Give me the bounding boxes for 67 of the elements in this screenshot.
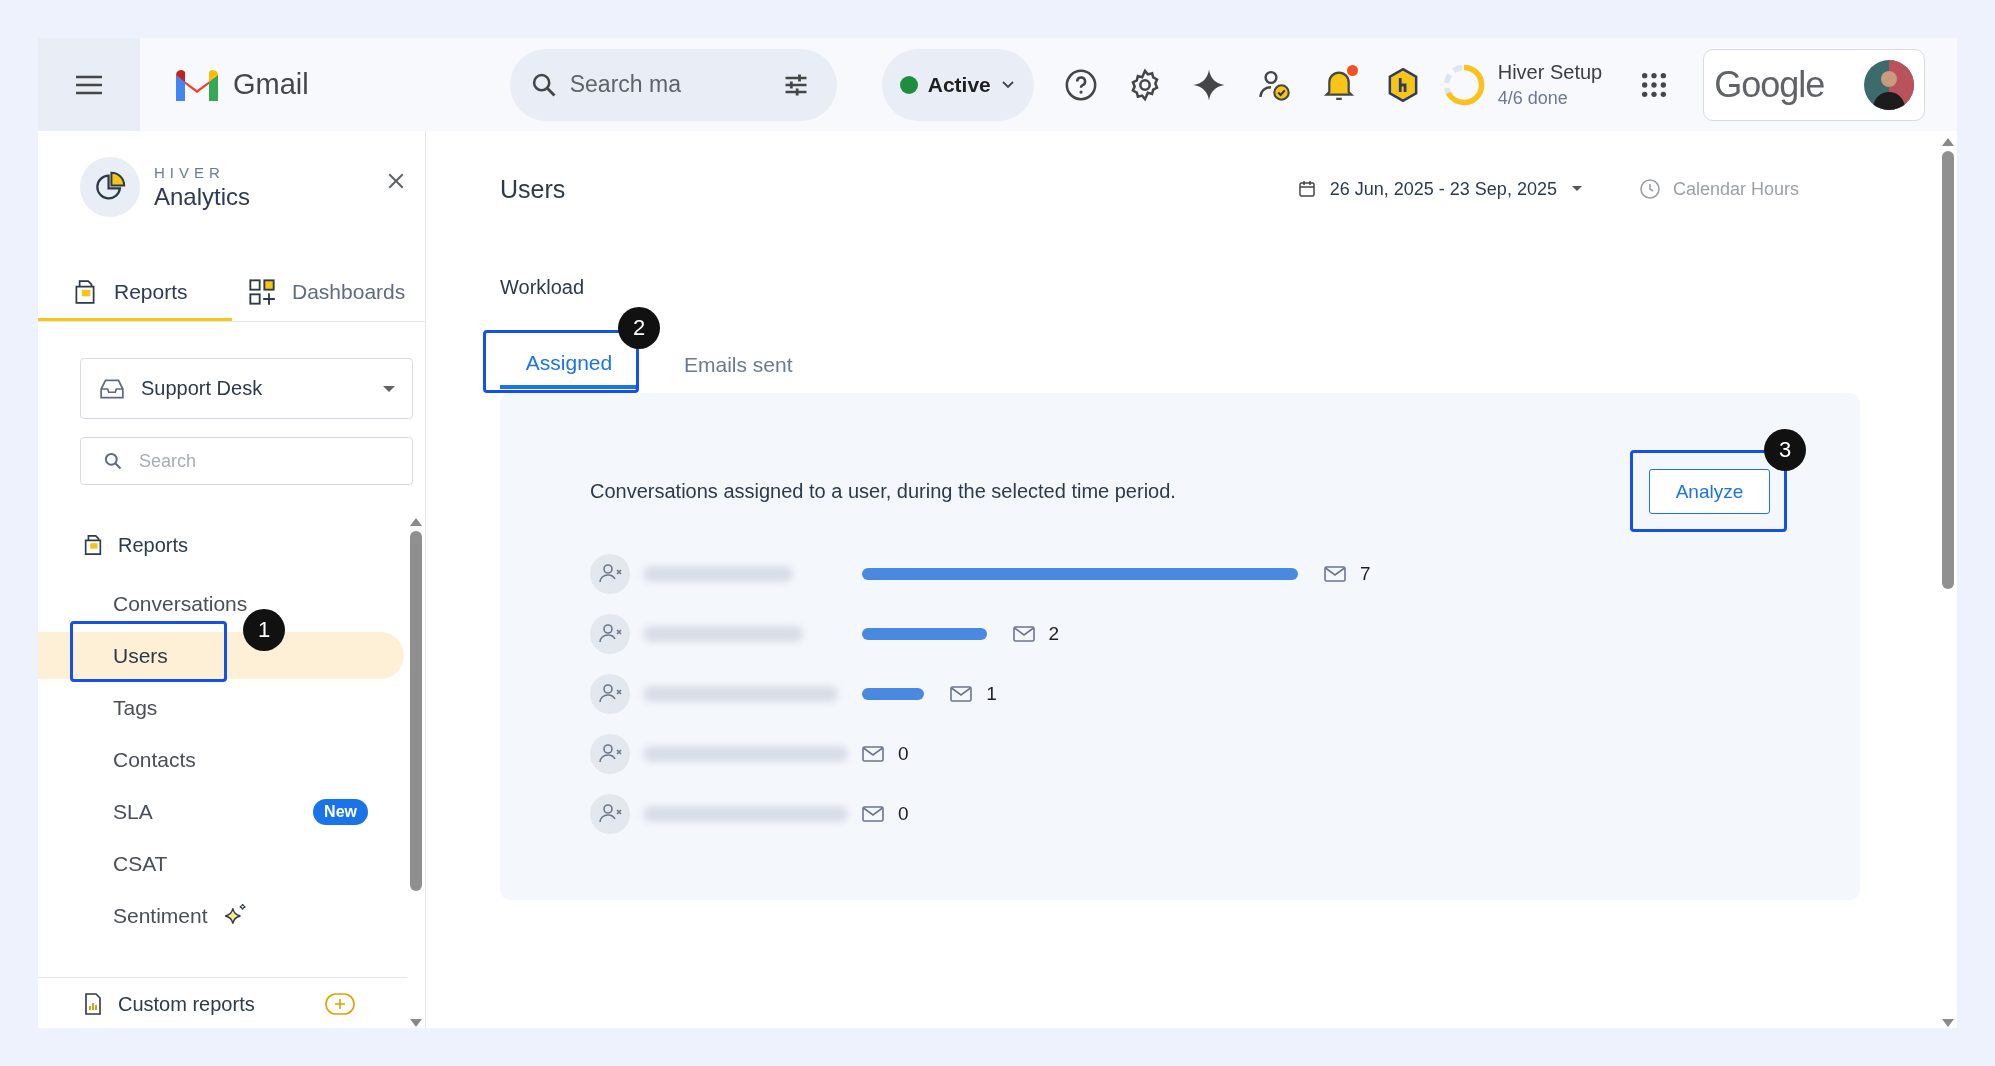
brand-label: HIVER <box>154 163 226 181</box>
sidebar-tab[interactable]: Reports <box>38 265 232 321</box>
sidebar-item[interactable]: Sentiment <box>38 892 404 939</box>
search-field[interactable]: Search ma <box>509 48 837 121</box>
mail-icon <box>862 806 884 822</box>
count: 0 <box>898 743 909 765</box>
progress-ring <box>1441 62 1486 107</box>
mail-icon <box>950 686 973 702</box>
new-badge: New <box>313 798 368 825</box>
chevron-down-icon <box>1000 79 1015 90</box>
report-icon <box>82 992 104 1016</box>
hours-label: Calendar Hours <box>1672 178 1799 200</box>
gmail-wordmark: Gmail <box>233 68 309 101</box>
analyze-button[interactable]: Analyze <box>1649 469 1770 514</box>
user-avatar-icon <box>590 794 630 834</box>
status-button[interactable]: Active <box>881 48 1034 121</box>
custom-reports-link[interactable]: Custom reports <box>118 992 311 1016</box>
dashboard-grid-icon <box>248 277 276 306</box>
scroll-up-icon[interactable] <box>1941 137 1955 147</box>
inbox-dropdown[interactable]: Support Desk <box>80 358 413 419</box>
user-avatar-icon <box>590 614 630 654</box>
setup-title: Hiver Setup <box>1497 60 1603 84</box>
mail-icon <box>862 746 884 762</box>
help-icon[interactable] <box>1063 67 1098 102</box>
caret-icon <box>1570 185 1583 193</box>
setup-progress[interactable]: Hiver Setup 4/6 done <box>1441 60 1603 109</box>
count: 2 <box>1048 623 1060 645</box>
caret-icon <box>382 384 396 393</box>
sidebar-item[interactable]: Contacts <box>38 736 404 783</box>
search-input[interactable]: Search ma <box>567 70 771 99</box>
count: 0 <box>898 803 909 825</box>
workload-bar <box>862 688 925 700</box>
apps-grid-icon[interactable] <box>1640 70 1669 99</box>
description: Conversations assigned to a user, during the selected time period. <box>590 480 1176 503</box>
search-field[interactable]: Search <box>80 437 413 485</box>
calendar-icon <box>1297 180 1316 198</box>
tab[interactable]: Emails sent <box>660 341 813 393</box>
scroll-down-icon[interactable] <box>409 1018 423 1028</box>
section-heading: Reports <box>118 533 189 557</box>
mail-icon <box>1012 626 1035 642</box>
scrollbar[interactable] <box>407 517 425 1028</box>
app-title: Analytics <box>154 182 251 211</box>
inbox-tray-icon <box>99 377 125 400</box>
section-heading: Workload <box>500 276 586 299</box>
user-avatar-icon <box>590 554 630 594</box>
close-icon[interactable] <box>387 172 405 190</box>
sidebar-tab[interactable]: Dashboards <box>232 265 420 321</box>
report-icon <box>82 533 104 557</box>
sidebar-item[interactable]: SLA New <box>38 788 404 835</box>
menu-icon[interactable] <box>74 73 104 96</box>
sidebar-item[interactable]: Tags <box>38 684 404 731</box>
account-button[interactable]: Google <box>1703 48 1926 121</box>
count: 1 <box>986 683 997 705</box>
search-icon <box>103 451 123 471</box>
page-title: Users <box>500 174 567 204</box>
step-tooltip: 2 <box>618 307 660 349</box>
count: 7 <box>1360 563 1371 585</box>
setup-progress-text: 4/6 done <box>1497 87 1569 109</box>
scroll-down-icon[interactable] <box>1941 1018 1955 1028</box>
mail-icon <box>1324 566 1346 582</box>
user-avatar-icon <box>590 734 630 774</box>
clock-icon <box>1638 178 1661 200</box>
date-range-picker[interactable]: 26 Jun, 2025 - 23 Sep, 2025 <box>1297 178 1583 200</box>
scroll-up-icon[interactable] <box>409 517 423 527</box>
sidebar-item[interactable]: CSAT <box>38 840 404 887</box>
user-avatar-icon <box>590 674 630 714</box>
step-tooltip: 3 <box>1764 429 1806 471</box>
